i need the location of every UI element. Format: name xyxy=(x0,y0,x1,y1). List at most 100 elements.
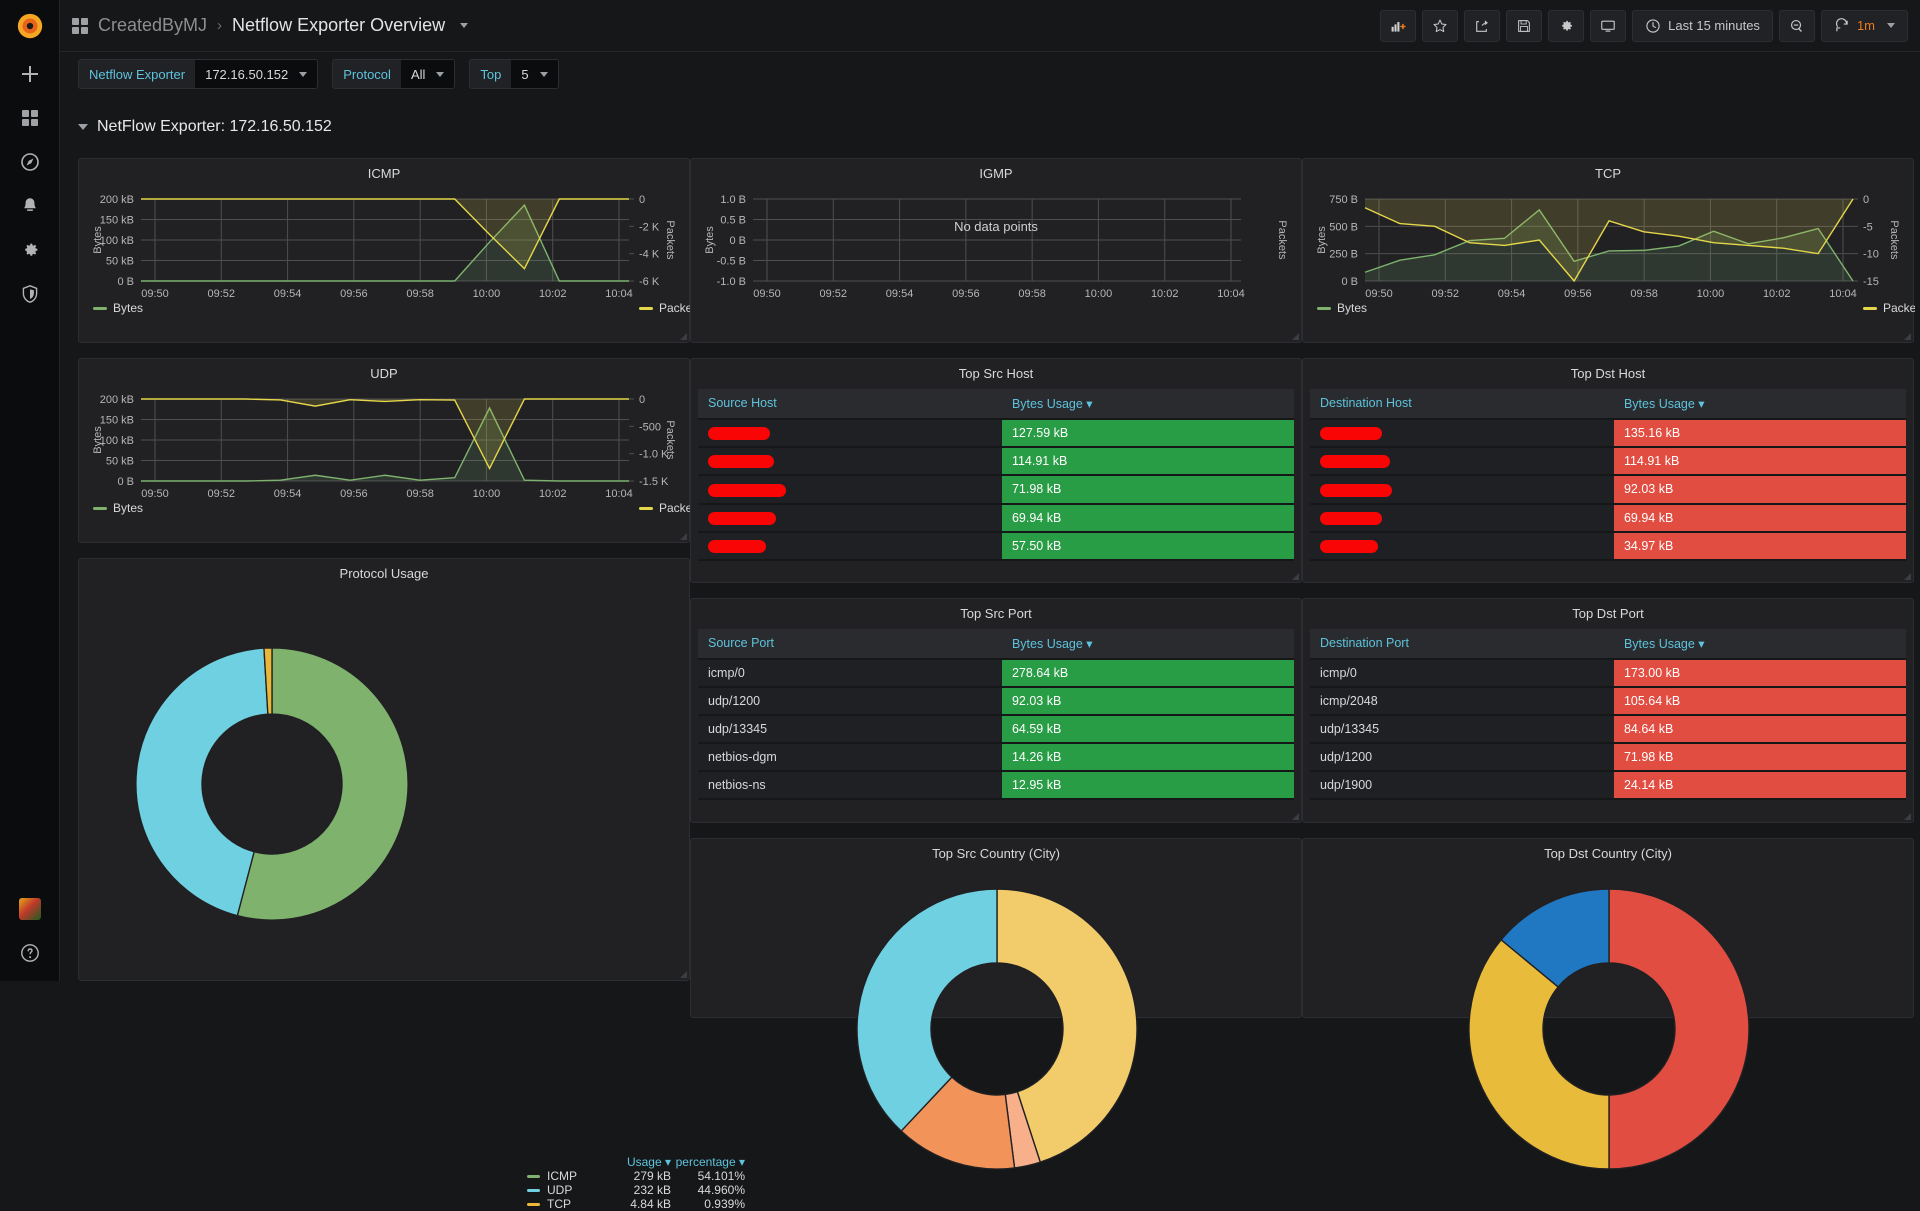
legend-usage-value: 279 kB xyxy=(633,1169,671,1183)
top-src-country-donut[interactable] xyxy=(847,879,1147,1179)
legend-row[interactable]: TCP 4.84 kB 0.939% xyxy=(527,1197,745,1211)
panel-resize-handle[interactable] xyxy=(1290,811,1300,821)
variable-value-dropdown[interactable]: 5 xyxy=(511,60,558,88)
sidebar-item-dashboards[interactable] xyxy=(0,96,60,140)
column-header-value[interactable]: Bytes Usage ▾ xyxy=(1002,629,1294,658)
add-panel-button[interactable] xyxy=(1380,9,1417,42)
svg-text:09:54: 09:54 xyxy=(886,288,914,300)
table-row[interactable]: udp/13345 64.59 kB xyxy=(698,716,1294,744)
save-dashboard-button[interactable] xyxy=(1506,9,1543,42)
table-row[interactable]: icmp/0 278.64 kB xyxy=(698,660,1294,688)
column-header-value[interactable]: Bytes Usage ▾ xyxy=(1614,389,1906,418)
panel-resize-handle[interactable] xyxy=(678,969,688,979)
cell-value: 69.94 kB xyxy=(1613,504,1906,531)
table-row[interactable]: udp/1200 92.03 kB xyxy=(698,688,1294,716)
help-icon[interactable] xyxy=(0,937,60,981)
table-row[interactable]: 34.97 kB xyxy=(1310,532,1906,562)
variable-value-dropdown[interactable]: All xyxy=(400,60,455,88)
legend-sort-percentage[interactable]: percentage ▾ xyxy=(671,1155,745,1169)
panel-title[interactable]: IGMP xyxy=(691,159,1301,185)
protocol-usage-donut[interactable] xyxy=(97,609,447,959)
panel-resize-handle[interactable] xyxy=(678,331,688,341)
table-row[interactable]: icmp/2048 105.64 kB xyxy=(1310,688,1906,716)
panel-title[interactable]: Top Src Host xyxy=(691,359,1301,385)
table-row[interactable]: 92.03 kB xyxy=(1310,476,1906,505)
dashboard-settings-button[interactable] xyxy=(1548,9,1585,42)
table-row[interactable]: 127.59 kB xyxy=(698,420,1294,449)
legend-row[interactable]: UDP 232 kB 44.960% xyxy=(527,1183,745,1197)
sidebar-item-explore[interactable] xyxy=(0,140,60,184)
table-row[interactable]: 135.16 kB xyxy=(1310,420,1906,449)
table-row[interactable]: 114.91 kB xyxy=(698,448,1294,477)
table-row[interactable]: 114.91 kB xyxy=(1310,448,1906,477)
chevron-down-icon[interactable] xyxy=(460,23,469,28)
variable-label: Protocol xyxy=(333,60,401,88)
panel-title[interactable]: Top Dst Host xyxy=(1303,359,1913,385)
table-row[interactable]: 69.94 kB xyxy=(698,504,1294,533)
column-header-name[interactable]: Destination Host xyxy=(1310,389,1614,418)
refresh-picker[interactable]: 1m xyxy=(1820,9,1908,42)
table-row[interactable]: udp/1200 71.98 kB xyxy=(1310,744,1906,772)
column-header-name[interactable]: Destination Port xyxy=(1310,629,1614,658)
table-header-row: Destination Host Bytes Usage ▾ xyxy=(1310,389,1906,420)
panel-resize-handle[interactable] xyxy=(1290,571,1300,581)
sidebar-item-configuration[interactable] xyxy=(0,228,60,272)
cycle-view-mode-button[interactable] xyxy=(1590,9,1627,42)
legend-series-name[interactable]: UDP xyxy=(547,1183,605,1197)
panel-resize-handle[interactable] xyxy=(1290,331,1300,341)
grafana-logo-icon[interactable] xyxy=(0,0,60,52)
share-dashboard-button[interactable] xyxy=(1464,9,1501,42)
legend-series-name[interactable]: ICMP xyxy=(547,1169,605,1183)
panel-title[interactable]: Top Src Country (City) xyxy=(691,839,1301,865)
svg-text:10:00: 10:00 xyxy=(1697,288,1725,300)
panel-title[interactable]: TCP xyxy=(1303,159,1913,185)
table-row[interactable]: icmp/0 173.00 kB xyxy=(1310,660,1906,688)
table-row[interactable]: netbios-ns 12.95 kB xyxy=(698,772,1294,800)
variable-protocol[interactable]: Protocol All xyxy=(332,59,456,89)
panel-title[interactable]: UDP xyxy=(79,359,689,385)
zoom-out-time-button[interactable] xyxy=(1778,9,1815,42)
legend-series-name[interactable]: TCP xyxy=(547,1197,605,1211)
variable-value: 172.16.50.152 xyxy=(205,66,289,82)
time-range-picker[interactable]: Last 15 minutes xyxy=(1632,9,1773,42)
panel-title[interactable]: Protocol Usage xyxy=(79,559,689,585)
panel-title[interactable]: Top Src Port xyxy=(691,599,1301,625)
panel-resize-handle[interactable] xyxy=(678,531,688,541)
table-row[interactable]: udp/1900 24.14 kB xyxy=(1310,772,1906,800)
page-title[interactable]: Netflow Exporter Overview xyxy=(232,15,445,36)
table-top-src-host: Source Host Bytes Usage ▾ 127.59 kB 114.91 … xyxy=(698,389,1294,562)
table-row[interactable]: 69.94 kB xyxy=(1310,504,1906,533)
panel-resize-handle[interactable] xyxy=(1902,811,1912,821)
panel-resize-handle[interactable] xyxy=(1902,571,1912,581)
graph-udp[interactable]: 0 B 50 kB 100 kB 150 kB 200 kB -1.5 K -1.0 K -5… xyxy=(79,385,691,542)
column-header-name[interactable]: Source Port xyxy=(698,629,1002,658)
panel-title[interactable]: Top Dst Country (City) xyxy=(1303,839,1913,865)
breadcrumb-folder[interactable]: CreatedByMJ xyxy=(98,15,207,36)
panel-title[interactable]: Top Dst Port xyxy=(1303,599,1913,625)
panel-top-dst-country: Top Dst Country (City) xyxy=(1302,838,1914,1170)
table-row[interactable]: 71.98 kB xyxy=(698,476,1294,505)
table-row[interactable]: udp/13345 84.64 kB xyxy=(1310,716,1906,744)
table-row[interactable]: netbios-dgm 14.26 kB xyxy=(698,744,1294,772)
variable-value-dropdown[interactable]: 172.16.50.152 xyxy=(195,60,318,88)
column-header-name[interactable]: Source Host xyxy=(698,389,1002,418)
sidebar-item-create[interactable] xyxy=(0,52,60,96)
panel-title[interactable]: ICMP xyxy=(79,159,689,185)
top-dst-country-donut[interactable] xyxy=(1459,879,1759,1179)
legend-row[interactable]: ICMP 279 kB 54.101% xyxy=(527,1169,745,1183)
legend-sort-usage[interactable]: Usage ▾ xyxy=(605,1155,671,1169)
variable-top[interactable]: Top 5 xyxy=(469,59,559,89)
panel-resize-handle[interactable] xyxy=(1902,331,1912,341)
sidebar-item-alerting[interactable] xyxy=(0,184,60,228)
graph-igmp[interactable]: -1.0 B -0.5 B0 B 0.5 B 1.0 B 09:50 09:52 09:54… xyxy=(691,185,1301,342)
dashboard-row-header[interactable]: NetFlow Exporter: 172.16.50.152 xyxy=(78,118,332,136)
column-header-value[interactable]: Bytes Usage ▾ xyxy=(1614,629,1906,658)
table-row[interactable]: 57.50 kB xyxy=(698,532,1294,562)
sidebar-item-server-admin[interactable] xyxy=(0,272,60,316)
graph-tcp[interactable]: 0 B 250 B 500 B 750 B -15 -10 -5 0 09:50 09:52 09:… xyxy=(1303,185,1915,342)
graph-icmp[interactable]: 0 B 50 kB 100 kB 150 kB 200 kB -6 K -4 K -2 K 0 0… xyxy=(79,185,691,342)
variable-netflow-exporter[interactable]: Netflow Exporter 172.16.50.152 xyxy=(78,59,319,89)
column-header-value[interactable]: Bytes Usage ▾ xyxy=(1002,389,1294,418)
mark-favorite-button[interactable] xyxy=(1422,9,1459,42)
org-avatar[interactable] xyxy=(0,893,60,937)
